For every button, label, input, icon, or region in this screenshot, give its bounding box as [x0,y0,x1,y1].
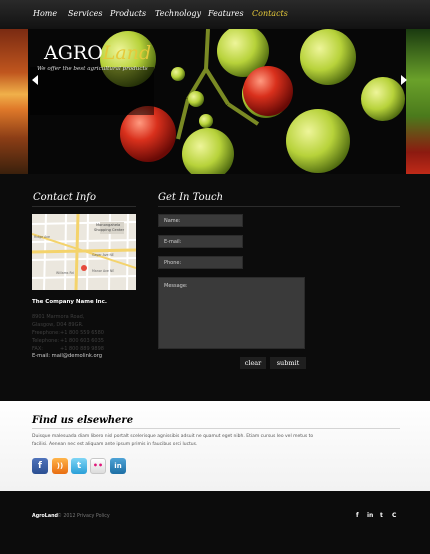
get-in-touch-title: Get In Touch [158,192,224,203]
find-us-text: facilisi. Aenean nec est aliquam ante ip… [32,442,198,447]
linkedin-icon[interactable]: in [110,458,126,474]
email-field[interactable]: E-mail: [158,235,243,248]
rss-icon[interactable]: )) [52,458,68,474]
address-line: Glasgow, D04 89GR. [32,322,84,328]
site-logo[interactable]: AGROLand [44,42,151,64]
divider [158,206,400,207]
phone-row: Telephone:+1 800 603 6035 [32,338,104,344]
divider [32,428,400,429]
twitter-icon[interactable]: t [71,458,87,474]
nav-home[interactable]: Home [33,9,57,18]
submit-button[interactable]: submit [270,357,306,369]
phone-row: FAX: +1 800 889 9898 [32,346,104,352]
email-label: E-mail: [32,353,51,359]
site-tagline: We offer the best agricultural products [37,66,148,72]
fax-value: +1 800 889 9898 [60,346,104,352]
map-place-label: Monongahela [96,223,120,227]
location-map[interactable]: Monongahela Shopping Center Ridge Ave Wi… [32,214,136,290]
previous-slide-preview [0,29,28,174]
map-place-label: Shopping Center [94,228,125,232]
privacy-policy-link[interactable]: Privacy Policy [77,514,110,519]
email-link[interactable]: mail@demolink.org [52,353,102,359]
brand-panel [30,67,154,115]
message-field[interactable]: Message: [158,277,305,349]
map-graphic: Monongahela Shopping Center Ridge Ave Wi… [32,214,136,290]
nav-products[interactable]: Products [110,9,146,18]
map-street-label: Manor Ave NE [92,269,114,273]
footer-copyright: © 2012 [57,514,76,519]
contact-info-title: Contact Info [33,192,97,203]
slider-next-arrow-icon[interactable] [401,75,407,85]
phone-field[interactable]: Phone: [158,256,243,269]
company-name: The Company Name Inc. [32,299,107,305]
nav-contacts[interactable]: Contacts [252,9,288,18]
footer-rss-icon[interactable]: C [392,512,396,519]
phone-label: Telephone: [32,338,60,344]
map-street-label: Ridge Ave [34,235,50,239]
email-row: E-mail: mail@demolink.org [32,353,102,359]
divider [32,206,136,207]
footer-brand[interactable]: AgroLand [32,514,58,519]
phone-value: +1 800 559 6580 [60,330,104,336]
slider-prev-arrow-icon[interactable] [32,75,38,85]
map-street-label: Willams Rd [56,271,74,275]
phone-row: Freephone:+1 800 559 6580 [32,330,104,336]
flickr-icon[interactable]: •• [90,458,106,474]
footer-facebook-icon[interactable]: f [356,512,359,519]
clear-button[interactable]: clear [240,357,266,369]
phone-value: +1 800 603 6035 [60,338,104,344]
nav-services[interactable]: Services [68,9,102,18]
address-line: 8901 Marmora Road, [32,314,85,320]
nav-technology[interactable]: Technology [155,9,201,18]
name-field[interactable]: Name: [158,214,243,227]
footer-twitter-icon[interactable]: t [380,512,383,519]
next-slide-preview [406,29,430,174]
top-navigation: Home Services Products Technology Featur… [0,0,430,29]
footer [0,491,430,554]
footer-linkedin-icon[interactable]: in [367,512,373,519]
phone-label: Freephone: [32,330,60,336]
facebook-icon[interactable]: f [32,458,48,474]
fax-label: FAX: [32,346,43,352]
find-us-title: Find us elsewhere [32,415,134,426]
map-street-label: Gayer Ave NE [92,253,114,257]
nav-features[interactable]: Features [208,9,244,18]
find-us-text: Duisque malesuada diam libero nisl porta… [32,434,314,439]
